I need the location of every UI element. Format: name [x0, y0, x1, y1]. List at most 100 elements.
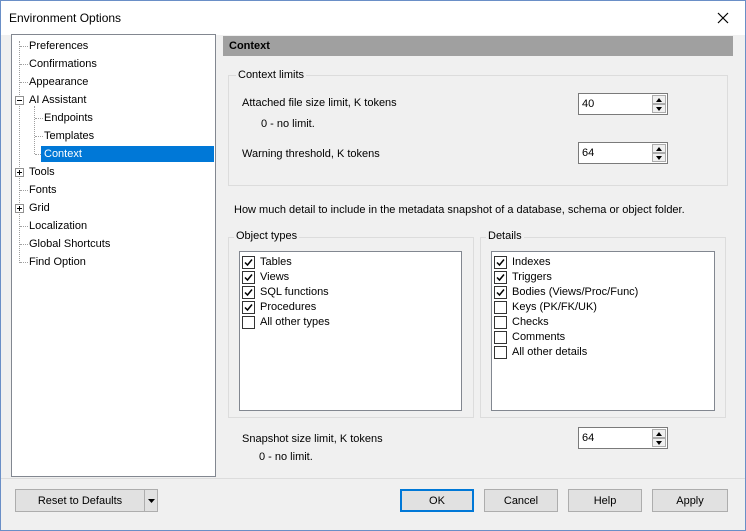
spin-down-button[interactable] — [652, 438, 666, 447]
apply-label: Apply — [676, 494, 704, 507]
details-list: Indexes Triggers Bodies (Views/Proc/Func… — [491, 251, 715, 411]
arrow-up-icon — [656, 97, 662, 102]
views-checkbox[interactable] — [242, 271, 255, 284]
checkmark-icon — [244, 289, 253, 297]
warning-threshold-value: 64 — [582, 147, 595, 159]
checkmark-icon — [244, 274, 253, 282]
expand-tools-icon[interactable] — [15, 168, 24, 177]
triggers-label: Triggers — [512, 271, 552, 283]
cancel-label: Cancel — [503, 494, 539, 507]
triggers-checkbox[interactable] — [494, 271, 507, 284]
warning-threshold-label: Warning threshold, K tokens — [242, 148, 380, 160]
spin-down-button[interactable] — [652, 153, 666, 162]
ok-label: OK — [429, 494, 445, 507]
tree-item-context[interactable]: Context — [41, 146, 214, 162]
indexes-checkbox[interactable] — [494, 256, 507, 269]
arrow-down-icon — [656, 155, 662, 160]
spin-up-button[interactable] — [652, 144, 666, 153]
all-other-details-checkbox[interactable] — [494, 346, 507, 359]
window-title: Environment Options — [9, 11, 122, 25]
tree-item-find-option[interactable]: Find Option — [26, 254, 89, 270]
tree-item-confirmations[interactable]: Confirmations — [26, 56, 100, 72]
bodies-label: Bodies (Views/Proc/Func) — [512, 286, 639, 298]
tree-item-templates[interactable]: Templates — [41, 128, 97, 144]
tree-item-endpoints[interactable]: Endpoints — [41, 110, 96, 126]
expand-grid-icon[interactable] — [15, 204, 24, 213]
help-button[interactable]: Help — [568, 489, 642, 512]
panel-title: Context — [223, 36, 733, 56]
context-limits-group-label: Context limits — [236, 69, 307, 81]
sql-functions-label: SQL functions — [260, 286, 329, 298]
snapshot-limit-label: Snapshot size limit, K tokens — [242, 433, 383, 445]
arrow-up-icon — [656, 146, 662, 151]
apply-button[interactable]: Apply — [652, 489, 728, 512]
checkmark-icon — [244, 259, 253, 267]
comments-label: Comments — [512, 331, 566, 343]
reset-to-defaults-button[interactable]: Reset to Defaults — [15, 489, 145, 512]
spin-buttons — [652, 429, 666, 447]
ok-button[interactable]: OK — [400, 489, 474, 512]
attached-file-limit-hint: 0 - no limit. — [261, 118, 315, 130]
checks-checkbox[interactable] — [494, 316, 507, 329]
arrow-up-icon — [656, 431, 662, 436]
warning-threshold-spinner[interactable]: 64 — [578, 142, 668, 164]
checkmark-icon — [496, 274, 505, 282]
checkmark-icon — [244, 304, 253, 312]
tree-item-global-shortcuts[interactable]: Global Shortcuts — [26, 236, 113, 252]
spin-buttons — [652, 95, 666, 113]
tree-item-fonts[interactable]: Fonts — [26, 182, 60, 198]
views-label: Views — [260, 271, 290, 283]
attached-file-limit-value: 40 — [582, 98, 595, 110]
snapshot-limit-spinner[interactable]: 64 — [578, 427, 668, 449]
all-other-types-label: All other types — [260, 316, 330, 328]
checkmark-icon — [496, 259, 505, 267]
all-other-details-label: All other details — [512, 346, 588, 358]
help-label: Help — [593, 494, 617, 507]
tree-item-ai-assistant[interactable]: AI Assistant — [26, 92, 89, 108]
snapshot-limit-value: 64 — [582, 432, 595, 444]
details-group-label: Details — [486, 230, 524, 242]
reset-dropdown-button[interactable] — [144, 489, 158, 512]
collapse-ai-assistant-icon[interactable] — [15, 96, 24, 105]
checks-label: Checks — [512, 316, 549, 328]
object-types-group-label: Object types — [234, 230, 300, 242]
tables-label: Tables — [260, 256, 292, 268]
indexes-label: Indexes — [512, 256, 551, 268]
spin-buttons — [652, 144, 666, 162]
tree-item-appearance[interactable]: Appearance — [26, 74, 91, 90]
close-button[interactable] — [709, 6, 737, 30]
reset-to-defaults-label: Reset to Defaults — [37, 494, 123, 507]
procedures-checkbox[interactable] — [242, 301, 255, 314]
tree-item-localization[interactable]: Localization — [26, 218, 90, 234]
all-other-types-checkbox[interactable] — [242, 316, 255, 329]
close-icon — [717, 12, 729, 24]
tables-checkbox[interactable] — [242, 256, 255, 269]
bodies-checkbox[interactable] — [494, 286, 507, 299]
spin-down-button[interactable] — [652, 104, 666, 113]
tree-item-tools[interactable]: Tools — [26, 164, 58, 180]
arrow-down-icon — [656, 440, 662, 445]
dropdown-arrow-icon — [147, 498, 155, 503]
options-tree: Preferences Confirmations Appearance AI … — [11, 34, 216, 477]
procedures-label: Procedures — [260, 301, 317, 313]
environment-options-dialog: Environment Options Preferences Confirma… — [0, 0, 746, 531]
tree-item-grid[interactable]: Grid — [26, 200, 53, 216]
tree-guide-line — [34, 106, 35, 154]
attached-file-limit-spinner[interactable]: 40 — [578, 93, 668, 115]
keys-checkbox[interactable] — [494, 301, 507, 314]
title-bar: Environment Options — [1, 1, 745, 35]
attached-file-limit-label: Attached file size limit, K tokens — [242, 97, 397, 109]
metadata-description: How much detail to include in the metada… — [234, 204, 685, 216]
checkmark-icon — [496, 289, 505, 297]
keys-label: Keys (PK/FK/UK) — [512, 301, 597, 313]
footer-separator — [1, 478, 745, 479]
sql-functions-checkbox[interactable] — [242, 286, 255, 299]
spin-up-button[interactable] — [652, 429, 666, 438]
comments-checkbox[interactable] — [494, 331, 507, 344]
spin-up-button[interactable] — [652, 95, 666, 104]
tree-item-preferences[interactable]: Preferences — [26, 38, 91, 54]
cancel-button[interactable]: Cancel — [484, 489, 558, 512]
snapshot-limit-hint: 0 - no limit. — [259, 451, 313, 463]
arrow-down-icon — [656, 106, 662, 111]
context-limits-group — [228, 75, 728, 186]
